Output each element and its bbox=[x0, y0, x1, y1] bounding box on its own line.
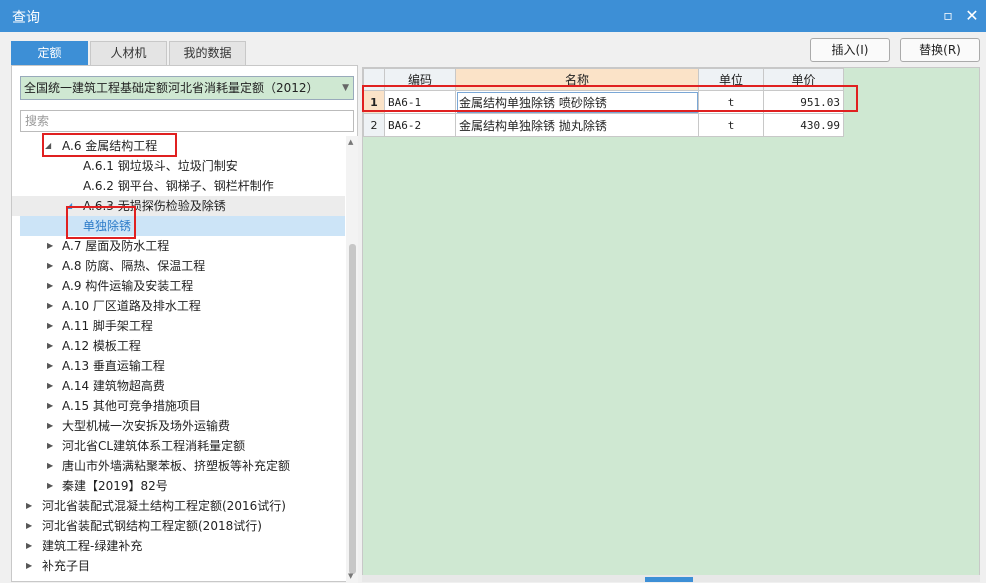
triangle-right-icon[interactable]: ▶ bbox=[26, 516, 32, 536]
tree-node[interactable]: ▶ 建筑工程-绿建补充 bbox=[12, 536, 345, 556]
triangle-down-icon[interactable]: ◢ bbox=[66, 196, 72, 216]
close-icon[interactable]: ✕ bbox=[962, 6, 982, 26]
triangle-right-icon[interactable]: ▶ bbox=[47, 436, 53, 456]
column-header-price[interactable]: 单价 bbox=[763, 68, 844, 91]
cell-price[interactable]: 430.99 bbox=[763, 113, 844, 137]
tree-node[interactable]: ▶ 河北省装配式混凝土结构工程定额(2016试行) bbox=[12, 496, 345, 516]
cell-code[interactable]: BA6-2 bbox=[384, 113, 456, 137]
tree-node[interactable]: ▶ A.14 建筑物超高费 bbox=[12, 376, 345, 396]
triangle-right-icon[interactable]: ▶ bbox=[47, 276, 53, 296]
tree-node[interactable]: ▶ A.11 脚手架工程 bbox=[12, 316, 345, 336]
scroll-thumb[interactable] bbox=[349, 244, 356, 574]
table-header-row: 编码 名称 单位 单价 bbox=[363, 68, 844, 91]
chevron-down-icon[interactable]: ▼ bbox=[342, 77, 349, 99]
triangle-right-icon[interactable]: ▶ bbox=[47, 376, 53, 396]
result-table: 编码 名称 单位 单价 1 BA6-1 金属结构单独除锈 喷砂除锈 t 951.… bbox=[363, 68, 844, 137]
tree-node[interactable]: ▶ A.10 厂区道路及排水工程 bbox=[12, 296, 345, 316]
tree-node[interactable]: ▶ A.7 屋面及防水工程 bbox=[12, 236, 345, 256]
tree-node-selected[interactable]: 单独除锈 bbox=[20, 216, 345, 236]
triangle-right-icon[interactable]: ▶ bbox=[47, 236, 53, 256]
tree-node[interactable]: ▶ A.8 防腐、隔热、保温工程 bbox=[12, 256, 345, 276]
tree-node[interactable]: ▶ 大型机械一次安拆及场外运输费 bbox=[12, 416, 345, 436]
tab-labor-material-machine[interactable]: 人材机 bbox=[90, 41, 167, 65]
cell-code[interactable]: BA6-1 bbox=[384, 90, 456, 114]
row-number-header bbox=[363, 68, 385, 91]
cell-unit[interactable]: t bbox=[698, 90, 764, 114]
scroll-thumb[interactable] bbox=[645, 577, 693, 582]
replace-button[interactable]: 替换(R) bbox=[900, 38, 980, 62]
tree-node[interactable]: A.6.1 钢垃圾斗、垃圾门制安 bbox=[12, 156, 345, 176]
library-select-value: 全国统一建筑工程基础定额河北省消耗量定额（2012） bbox=[24, 81, 319, 95]
tab-my-data[interactable]: 我的数据 bbox=[169, 41, 246, 65]
triangle-right-icon[interactable]: ▶ bbox=[26, 536, 32, 556]
table-row[interactable]: 1 BA6-1 金属结构单独除锈 喷砂除锈 t 951.03 bbox=[363, 90, 844, 114]
triangle-right-icon[interactable]: ▶ bbox=[47, 256, 53, 276]
tree-node[interactable]: ▶ 唐山市外墙满粘聚苯板、挤塑板等补充定额 bbox=[12, 456, 345, 476]
tree-node[interactable]: A.6.2 钢平台、钢梯子、钢栏杆制作 bbox=[12, 176, 345, 196]
table-row[interactable]: 2 BA6-2 金属结构单独除锈 抛丸除锈 t 430.99 bbox=[363, 113, 844, 137]
quota-tree: ◢ A.6 金属结构工程 A.6.1 钢垃圾斗、垃圾门制安 A.6.2 钢平台、… bbox=[12, 136, 345, 583]
column-header-name[interactable]: 名称 bbox=[455, 68, 699, 91]
tree-node[interactable]: ◢ A.6.3 无损探伤检验及除锈 bbox=[12, 196, 345, 216]
title-bar: 查询 ▫ ✕ bbox=[0, 0, 986, 32]
result-grid-panel: 编码 名称 单位 单价 1 BA6-1 金属结构单独除锈 喷砂除锈 t 951.… bbox=[362, 67, 980, 582]
tree-node[interactable]: ▶ 河北省装配式钢结构工程定额(2018试行) bbox=[12, 516, 345, 536]
tree-node[interactable]: ◢ A.6 金属结构工程 bbox=[12, 136, 345, 156]
tree-scrollbar[interactable]: ▲ ▼ bbox=[346, 136, 358, 583]
maximize-icon[interactable]: ▫ bbox=[938, 6, 958, 26]
triangle-right-icon[interactable]: ▶ bbox=[47, 316, 53, 336]
search-input[interactable]: 搜索 bbox=[20, 110, 354, 132]
tab-quota[interactable]: 定额 bbox=[11, 41, 88, 65]
left-panel: 全国统一建筑工程基础定额河北省消耗量定额（2012） ▼ 搜索 ◢ A.6 金属… bbox=[11, 65, 358, 583]
cell-name[interactable]: 金属结构单独除锈 喷砂除锈 bbox=[455, 90, 699, 114]
tree-node[interactable]: ▶ 秦建【2019】82号 bbox=[12, 476, 345, 496]
triangle-right-icon[interactable]: ▶ bbox=[26, 496, 32, 516]
window-title: 查询 bbox=[12, 10, 40, 26]
grid-horizontal-scrollbar[interactable] bbox=[362, 575, 980, 582]
cell-name[interactable]: 金属结构单独除锈 抛丸除锈 bbox=[455, 113, 699, 137]
triangle-right-icon[interactable]: ▶ bbox=[26, 556, 32, 576]
library-select[interactable]: 全国统一建筑工程基础定额河北省消耗量定额（2012） ▼ bbox=[20, 76, 354, 100]
scroll-up-icon[interactable]: ▲ bbox=[348, 138, 353, 146]
row-number: 2 bbox=[363, 113, 385, 137]
tree-node[interactable]: ▶ 河北省CL建筑体系工程消耗量定额 bbox=[12, 436, 345, 456]
triangle-right-icon[interactable]: ▶ bbox=[47, 296, 53, 316]
triangle-right-icon[interactable]: ▶ bbox=[47, 456, 53, 476]
tree-node[interactable]: ▶ A.13 垂直运输工程 bbox=[12, 356, 345, 376]
triangle-right-icon[interactable]: ▶ bbox=[47, 416, 53, 436]
tree-node[interactable]: ▶ A.12 模板工程 bbox=[12, 336, 345, 356]
row-number: 1 bbox=[363, 90, 385, 114]
tree-node[interactable]: ▶ A.9 构件运输及安装工程 bbox=[12, 276, 345, 296]
triangle-right-icon[interactable]: ▶ bbox=[47, 396, 53, 416]
triangle-right-icon[interactable]: ▶ bbox=[47, 356, 53, 376]
column-header-code[interactable]: 编码 bbox=[384, 68, 456, 91]
tree-node[interactable]: ▶ 补充子目 bbox=[12, 556, 345, 576]
triangle-down-icon[interactable]: ◢ bbox=[45, 136, 51, 156]
insert-button[interactable]: 插入(I) bbox=[810, 38, 890, 62]
cell-unit[interactable]: t bbox=[698, 113, 764, 137]
cell-price[interactable]: 951.03 bbox=[763, 90, 844, 114]
scroll-down-icon[interactable]: ▼ bbox=[348, 572, 353, 580]
tree-node[interactable]: ▶ A.15 其他可竞争措施项目 bbox=[12, 396, 345, 416]
triangle-right-icon[interactable]: ▶ bbox=[47, 336, 53, 356]
column-header-unit[interactable]: 单位 bbox=[698, 68, 764, 91]
triangle-right-icon[interactable]: ▶ bbox=[47, 476, 53, 496]
